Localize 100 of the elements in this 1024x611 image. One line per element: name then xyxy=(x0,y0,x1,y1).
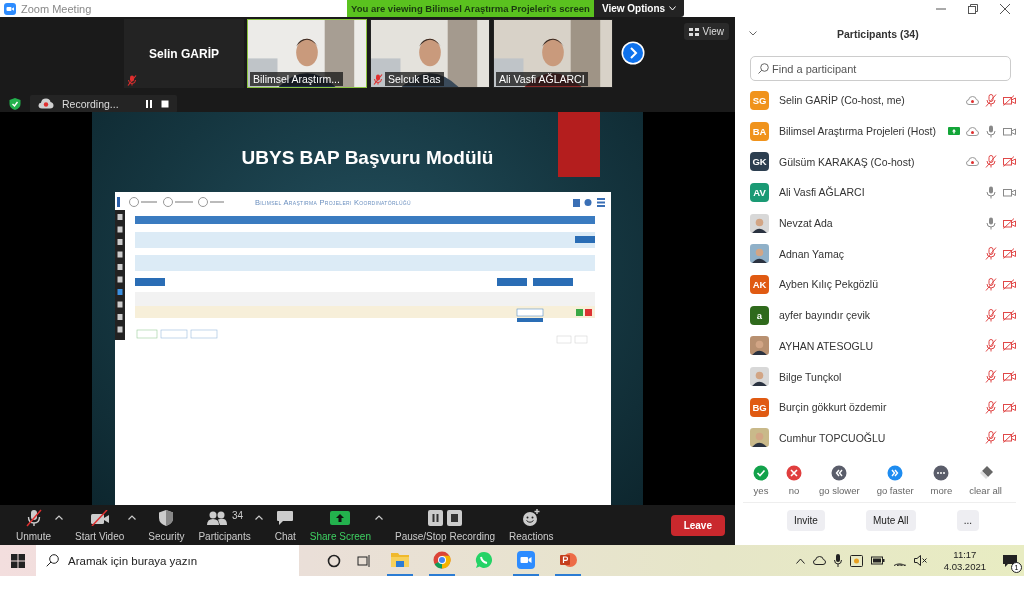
microphone-icon[interactable] xyxy=(833,554,842,567)
rewind-icon xyxy=(831,465,848,481)
participant-name: Selcuk Bas xyxy=(385,72,444,86)
toolbar-button[interactable]: Pause/Stop Recording xyxy=(392,506,498,544)
video-tile[interactable]: Ali Vasfi AĞLARCI xyxy=(493,19,613,88)
battery-icon[interactable] xyxy=(870,556,885,565)
participant-row[interactable]: Adnan Yamaç xyxy=(750,238,1016,270)
cortana-icon[interactable] xyxy=(327,553,341,568)
webcam-icon[interactable] xyxy=(849,554,863,567)
feedback-button[interactable]: yes xyxy=(751,465,771,496)
panel-button[interactable]: Invite xyxy=(787,510,825,531)
participant-name: Bilimsel Araştırm... xyxy=(250,72,343,86)
video-tile[interactable]: Selcuk Bas xyxy=(370,19,490,88)
toolbar-button[interactable]: Reactions xyxy=(507,506,556,544)
collapse-icon[interactable] xyxy=(749,31,757,36)
feedback-button[interactable]: more xyxy=(928,465,955,496)
pause-stop-icon xyxy=(428,510,462,526)
search-field[interactable]: Find a participant xyxy=(750,56,1011,81)
fast-forward-icon xyxy=(887,465,904,481)
avatar: SG xyxy=(750,90,769,110)
stop-icon[interactable] xyxy=(160,99,169,108)
windows-start-icon[interactable] xyxy=(11,553,25,568)
avatar: BA xyxy=(750,121,769,141)
video-app-icon[interactable] xyxy=(517,550,535,569)
toolbar-button[interactable]: Unmute xyxy=(14,506,53,544)
participant-row[interactable]: Cumhur TOPCUOĞLU xyxy=(750,422,1016,454)
notification-icon[interactable] xyxy=(1002,553,1018,568)
view-button[interactable]: View xyxy=(683,23,729,40)
participant-name: Selin GARİP xyxy=(149,46,219,61)
chat-bubble-icon xyxy=(276,510,295,526)
restore-icon[interactable] xyxy=(968,3,978,14)
participant-name: Ayben Kılıç Pekgözlü xyxy=(779,278,879,291)
participant-name: Bilge Tunçkol xyxy=(779,370,842,383)
chevron-down-icon xyxy=(669,6,677,11)
participant-name: AYHAN ATESOGLU xyxy=(779,339,874,352)
participant-name: ayfer bayındır çevik xyxy=(779,309,871,322)
cloud-recording-icon xyxy=(38,98,54,109)
search-icon xyxy=(46,554,59,567)
toolbar-button[interactable]: Share Screen xyxy=(307,506,373,544)
participant-name: Nevzat Ada xyxy=(779,217,833,230)
participant-name: Cumhur TOPCUOĞLU xyxy=(779,431,886,444)
toolbar-button[interactable]: Security xyxy=(146,506,187,544)
participant-row[interactable]: AV Ali Vasfi AĞLARCI xyxy=(750,177,1016,208)
x-mark-icon xyxy=(786,465,802,481)
presentation-app-icon[interactable] xyxy=(559,550,577,569)
next-page-icon[interactable] xyxy=(621,41,645,65)
clock-date: 4.03.2021 xyxy=(943,560,986,573)
feedback-button[interactable]: no xyxy=(784,465,804,496)
grid-icon xyxy=(688,27,699,36)
participant-row[interactable]: AK Ayben Kılıç Pekgözlü xyxy=(750,269,1016,300)
participant-name: Gülsüm KARAKAŞ (Co-host) xyxy=(779,155,915,168)
participant-row[interactable]: Nevzat Ada xyxy=(750,207,1016,239)
video-tile[interactable]: Bilimsel Araştırm... xyxy=(247,19,367,88)
panel-button[interactable]: Mute All xyxy=(866,510,916,531)
participant-row[interactable]: Bilge Tunçkol xyxy=(750,361,1016,392)
video-tile[interactable]: Selin GARİP xyxy=(124,19,244,88)
task-view-icon[interactable] xyxy=(357,553,371,568)
participant-row[interactable]: GK Gülsüm KARAKAŞ (Co-host) xyxy=(750,146,1016,178)
feedback-button[interactable]: go slower xyxy=(816,465,862,496)
participant-name: Selin GARİP (Co-host, me) xyxy=(779,94,905,107)
feedback-button[interactable]: go faster xyxy=(874,465,916,496)
cloud-icon[interactable] xyxy=(812,556,826,565)
share-banner: You are viewing Bilimsel Araştırma Projeleri's screen xyxy=(347,0,594,17)
chrome-icon[interactable] xyxy=(433,550,451,569)
slide-decoration xyxy=(558,112,600,177)
participant-name: Burçin gökkurt özdemir xyxy=(779,401,887,414)
search-icon xyxy=(758,63,769,74)
participant-row[interactable]: BG Burçin gökkurt özdemir xyxy=(750,391,1016,423)
panel-button[interactable]: ... xyxy=(956,510,979,531)
panel-title: Participants (34) xyxy=(837,27,919,40)
clock-time: 11:17 xyxy=(953,548,977,561)
folder-icon[interactable] xyxy=(391,552,409,567)
speaker-muted-icon[interactable] xyxy=(913,555,928,566)
header-icons-drawing xyxy=(573,197,605,207)
people-icon xyxy=(206,510,228,526)
participant-name: Bilimsel Araştırma Projeleri (Host) xyxy=(779,125,936,138)
avatar: a xyxy=(750,305,769,325)
participant-row[interactable]: a ayfer bayındır çevik xyxy=(750,299,1016,331)
toolbar-button[interactable]: 34 Participants xyxy=(196,506,253,544)
shield-icon[interactable] xyxy=(8,96,22,111)
feedback-button[interactable]: clear all xyxy=(967,465,1004,496)
toolbar-button[interactable]: Start Video xyxy=(73,506,127,544)
participant-row[interactable]: SG Selin GARİP (Co-host, me) xyxy=(750,85,1016,116)
participant-row[interactable]: AYHAN ATESOGLU xyxy=(750,330,1016,362)
avatar: BG xyxy=(750,397,769,417)
view-options-button[interactable]: View Options xyxy=(594,0,684,17)
slide-title: UBYS BAP Başvuru Modülü xyxy=(241,147,494,169)
caret-icon[interactable] xyxy=(795,557,805,564)
pause-icon[interactable] xyxy=(144,99,153,108)
avatar: AV xyxy=(750,182,769,202)
close-icon[interactable] xyxy=(1000,3,1010,14)
shield-icon xyxy=(158,509,175,527)
participant-row[interactable]: BA Bilimsel Araştırma Projeleri (Host) xyxy=(750,115,1016,147)
participant-name: Adnan Yamaç xyxy=(779,247,844,260)
participant-name: Ali Vasfi AĞLARCI xyxy=(779,186,865,199)
toolbar-button[interactable]: Chat xyxy=(272,506,298,544)
avatar: AK xyxy=(750,274,769,294)
more-icon xyxy=(933,465,950,481)
leave-button[interactable]: Leave xyxy=(670,514,725,536)
taskbar-search-field[interactable]: Aramak için buraya yazın xyxy=(36,545,299,576)
